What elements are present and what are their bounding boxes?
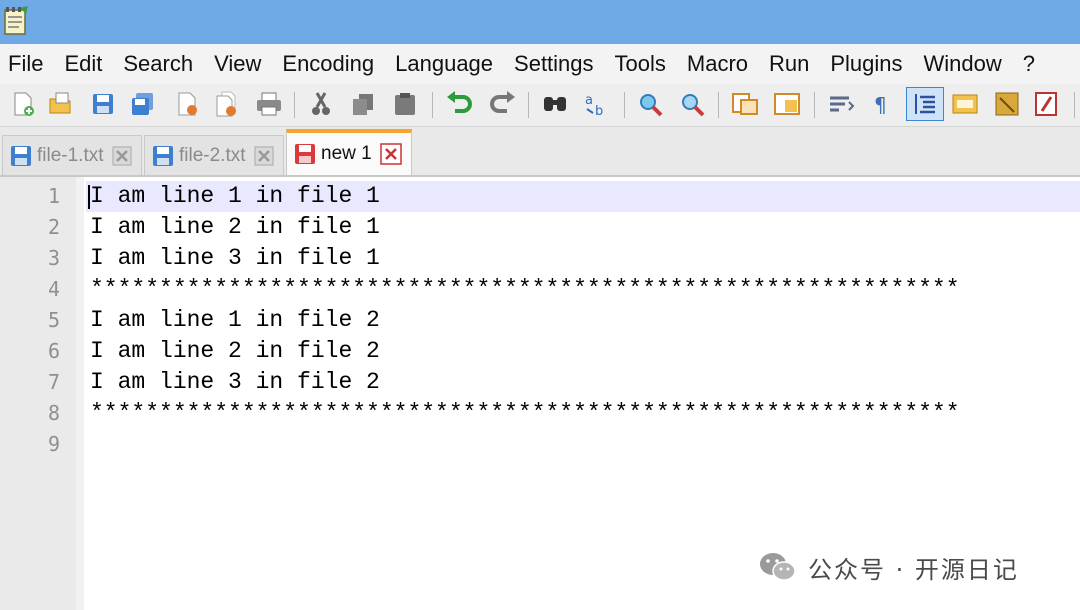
menu-settings[interactable]: Settings — [504, 51, 605, 77]
save-icon[interactable] — [88, 89, 118, 119]
sync-vertical-icon[interactable] — [730, 89, 760, 119]
menu-bar: File Edit Search View Encoding Language … — [0, 44, 1080, 84]
title-bar — [0, 0, 1080, 44]
tab-file-2[interactable]: file-2.txt — [144, 135, 284, 175]
close-icon[interactable] — [172, 89, 202, 119]
toolbar-separator — [1074, 92, 1075, 118]
line-text[interactable]: I am line 2 in file 2 — [90, 336, 1080, 367]
watermark-text: 公众号 · 开源日记 — [808, 555, 1019, 584]
paste-icon[interactable] — [390, 89, 420, 119]
editor-line[interactable]: 5 I am line 1 in file 2 — [0, 305, 1080, 336]
close-tab-icon[interactable] — [112, 146, 132, 166]
find-icon[interactable] — [540, 89, 570, 119]
line-number: 1 — [47, 184, 60, 208]
line-number: 7 — [47, 370, 60, 394]
line-text[interactable]: I am line 1 in file 2 — [90, 305, 1080, 336]
saved-file-icon — [11, 145, 31, 166]
line-text[interactable]: I am line 2 in file 1 — [90, 212, 1080, 243]
toolbar-separator — [814, 92, 815, 118]
close-tab-icon[interactable] — [379, 143, 402, 165]
undo-icon[interactable] — [444, 89, 474, 119]
open-file-icon[interactable] — [46, 89, 76, 119]
toolbar-separator — [528, 92, 529, 118]
function-list-icon[interactable] — [992, 89, 1022, 119]
menu-plugins[interactable]: Plugins — [820, 51, 913, 77]
text-caret — [88, 185, 90, 209]
menu-help[interactable]: ? — [1013, 51, 1046, 77]
menu-tools[interactable]: Tools — [605, 51, 677, 77]
redo-icon[interactable] — [488, 89, 518, 119]
save-all-icon[interactable] — [128, 89, 158, 119]
menu-macro[interactable]: Macro — [677, 51, 759, 77]
toolbar-separator — [624, 92, 625, 118]
editor-line[interactable]: 3 I am line 3 in file 1 — [0, 243, 1080, 274]
unsaved-file-icon — [295, 144, 315, 164]
notepad-plus-icon[interactable] — [2, 4, 30, 36]
svg-text:a: a — [585, 93, 593, 108]
replace-icon[interactable]: ab — [582, 89, 612, 119]
menu-encoding[interactable]: Encoding — [272, 51, 385, 77]
svg-text:b: b — [595, 104, 603, 117]
print-icon[interactable] — [254, 89, 284, 119]
toolbar-separator — [294, 92, 295, 118]
copy-icon[interactable] — [348, 89, 378, 119]
word-wrap-icon[interactable] — [826, 89, 856, 119]
tab-label: file-1.txt — [37, 144, 104, 166]
menu-search[interactable]: Search — [113, 51, 204, 77]
menu-file[interactable]: File — [0, 51, 54, 77]
menu-run[interactable]: Run — [759, 51, 820, 77]
editor-line[interactable]: 9 — [0, 429, 1080, 460]
line-text[interactable]: I am line 3 in file 2 — [90, 367, 1080, 398]
line-number: 2 — [47, 215, 60, 239]
zoom-in-icon[interactable] — [636, 89, 666, 119]
zoom-out-icon[interactable] — [678, 89, 708, 119]
line-number: 3 — [47, 246, 60, 270]
tab-bar: file-1.txt file-2.txt new 1 — [0, 127, 1080, 175]
sync-horizontal-icon[interactable] — [772, 89, 802, 119]
editor-line[interactable]: 2 I am line 2 in file 1 — [0, 212, 1080, 243]
line-text[interactable]: I am line 1 in file 1 — [90, 181, 1080, 212]
close-all-icon[interactable] — [212, 89, 242, 119]
cut-icon[interactable] — [306, 89, 336, 119]
editor-area[interactable]: 1 I am line 1 in file 1 2 I am line 2 in… — [0, 175, 1080, 610]
menu-view[interactable]: View — [204, 51, 272, 77]
toolbar-separator — [432, 92, 433, 118]
record-macro-icon[interactable] — [1032, 89, 1062, 119]
menu-window[interactable]: Window — [914, 51, 1013, 77]
menu-language[interactable]: Language — [385, 51, 504, 77]
close-tab-icon[interactable] — [254, 146, 274, 166]
editor-line[interactable]: 6 I am line 2 in file 2 — [0, 336, 1080, 367]
menu-edit[interactable]: Edit — [54, 51, 113, 77]
tab-label: new 1 — [321, 143, 372, 164]
tab-new-1[interactable]: new 1 — [286, 129, 412, 175]
indent-guide-icon[interactable] — [906, 87, 944, 121]
doc-map-icon[interactable] — [950, 89, 980, 119]
line-text[interactable]: I am line 3 in file 1 — [90, 243, 1080, 274]
editor-line[interactable]: 7 I am line 3 in file 2 — [0, 367, 1080, 398]
line-text[interactable]: ****************************************… — [90, 274, 1080, 305]
line-number: 9 — [47, 432, 60, 456]
saved-file-icon — [153, 145, 173, 166]
toolbar: ab ¶ — [0, 84, 1080, 127]
line-number: 6 — [47, 339, 60, 363]
line-text[interactable]: ****************************************… — [90, 398, 1080, 429]
tab-file-1[interactable]: file-1.txt — [2, 135, 142, 175]
line-number: 5 — [47, 308, 60, 332]
line-number: 4 — [47, 277, 60, 301]
wechat-icon — [760, 553, 796, 581]
tab-label: file-2.txt — [179, 144, 246, 166]
watermark: 公众号 · 开源日记 — [758, 546, 1019, 588]
toolbar-separator — [718, 92, 719, 118]
new-file-icon[interactable] — [8, 89, 38, 119]
show-all-chars-icon[interactable]: ¶ — [866, 89, 896, 119]
line-number: 8 — [47, 401, 60, 425]
editor-line[interactable]: 4 **************************************… — [0, 274, 1080, 305]
svg-text:¶: ¶ — [874, 93, 887, 117]
editor-line[interactable]: 1 I am line 1 in file 1 — [0, 181, 1080, 212]
editor-line[interactable]: 8 **************************************… — [0, 398, 1080, 429]
